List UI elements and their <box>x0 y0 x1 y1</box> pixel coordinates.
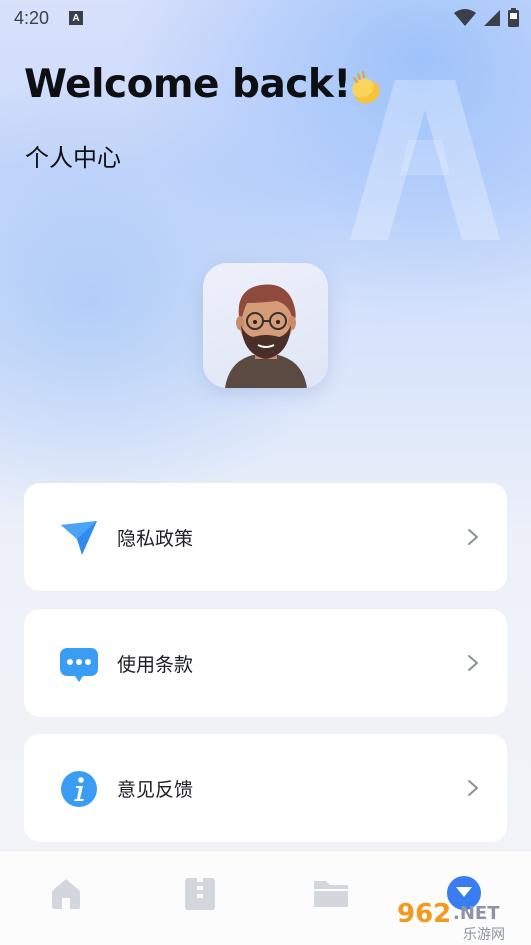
info-icon <box>61 771 97 807</box>
status-bar: 4:20 A <box>0 0 531 36</box>
nav-archive[interactable] <box>180 873 220 913</box>
watermark-suffix: .NET <box>453 903 500 924</box>
chevron-right-icon <box>468 655 478 671</box>
menu-item-terms-of-use[interactable]: 使用条款 <box>24 609 507 717</box>
clapping-hands-icon <box>352 71 380 104</box>
bearded-man-avatar <box>225 284 307 388</box>
page-subtitle: 个人中心 <box>25 144 121 172</box>
battery-icon <box>508 8 519 27</box>
menu-item-label: 意见反馈 <box>117 779 194 801</box>
chat-bubble-icon <box>60 648 98 682</box>
watermark-brand: 962 <box>397 899 451 929</box>
a-box-icon: A <box>69 11 84 25</box>
welcome-title: Welcome back! <box>24 62 351 107</box>
menu-item-label: 隐私政策 <box>117 528 194 550</box>
archive-icon <box>185 878 215 910</box>
nav-home[interactable] <box>46 873 86 913</box>
avatar[interactable] <box>203 263 328 388</box>
menu-item-label: 使用条款 <box>117 654 194 676</box>
status-time: 4:20 <box>14 7 50 28</box>
watermark-caption: 乐游网 <box>463 927 505 941</box>
menu-item-privacy-policy[interactable]: 隐私政策 <box>24 483 507 591</box>
status-icons <box>454 8 519 27</box>
profile-screen: 4:20 A Welcome back! 个人中心 隐私政策 使用条款 意见反馈… <box>0 0 531 945</box>
signal-icon <box>484 9 500 26</box>
folder-icon <box>314 881 348 907</box>
site-watermark-logo: 962 .NET 乐游网 <box>397 899 505 941</box>
home-icon <box>52 879 80 909</box>
menu-item-feedback[interactable]: 意见反馈 <box>24 734 507 842</box>
wifi-icon <box>454 8 476 26</box>
chevron-right-icon <box>468 529 478 545</box>
nav-folder[interactable] <box>311 873 351 913</box>
paper-plane-icon <box>61 521 97 555</box>
chevron-right-icon <box>468 780 478 796</box>
